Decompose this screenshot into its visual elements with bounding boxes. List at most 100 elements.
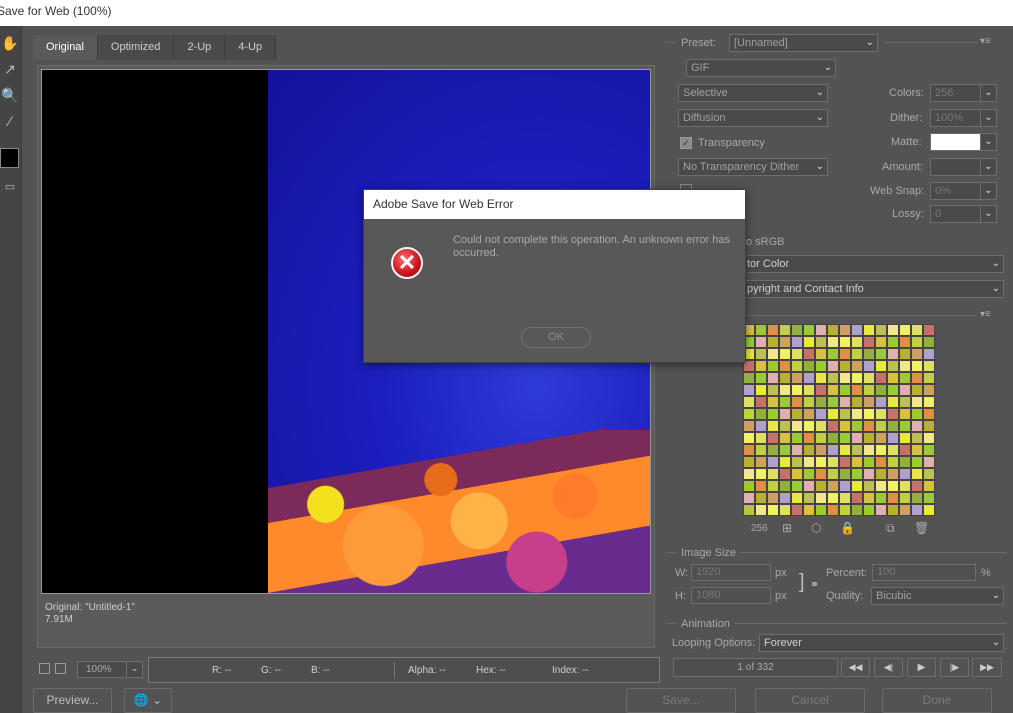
palette-swatch[interactable]: [863, 480, 875, 492]
palette-swatch[interactable]: [755, 348, 767, 360]
palette-swatch[interactable]: [923, 432, 935, 444]
zoom-select[interactable]: 100% ⌄: [77, 661, 143, 678]
palette-swatch[interactable]: [863, 336, 875, 348]
palette-swatch[interactable]: [743, 444, 755, 456]
palette-swatch[interactable]: [779, 372, 791, 384]
palette-swatch[interactable]: [875, 324, 887, 336]
palette-swatch[interactable]: [755, 492, 767, 504]
palette-swatch[interactable]: [827, 372, 839, 384]
palette-swatch[interactable]: [899, 420, 911, 432]
last-frame-button[interactable]: ▶▶: [972, 658, 1002, 677]
palette-swatch[interactable]: [851, 372, 863, 384]
palette-swatch[interactable]: [887, 324, 899, 336]
palette-swatch[interactable]: [803, 456, 815, 468]
palette-swatch[interactable]: [779, 456, 791, 468]
palette-swatch[interactable]: [815, 408, 827, 420]
done-button[interactable]: Done: [882, 688, 992, 713]
palette-swatch[interactable]: [887, 408, 899, 420]
quality-select[interactable]: Bicubic ⌄: [871, 587, 1004, 605]
palette-swatch[interactable]: [791, 324, 803, 336]
palette-swatch[interactable]: [827, 348, 839, 360]
palette-swatch[interactable]: [839, 456, 851, 468]
palette-swatch[interactable]: [791, 480, 803, 492]
palette-swatch[interactable]: [815, 360, 827, 372]
palette-swatch[interactable]: [803, 468, 815, 480]
palette-swatch[interactable]: [887, 456, 899, 468]
palette-swatch[interactable]: [863, 372, 875, 384]
palette-swatch[interactable]: [911, 408, 923, 420]
palette-swatch[interactable]: [827, 408, 839, 420]
palette-swatch[interactable]: [923, 396, 935, 408]
palette-swatch[interactable]: [815, 336, 827, 348]
web-shift-icon[interactable]: ⊞: [782, 521, 792, 535]
palette-swatch[interactable]: [851, 384, 863, 396]
palette-swatch[interactable]: [815, 372, 827, 384]
palette-swatch[interactable]: [815, 348, 827, 360]
palette-swatch[interactable]: [923, 492, 935, 504]
palette-swatch[interactable]: [755, 444, 767, 456]
palette-swatch[interactable]: [791, 348, 803, 360]
link-icon[interactable]: ]: [799, 571, 805, 594]
palette-swatch[interactable]: [779, 396, 791, 408]
palette-swatch[interactable]: [863, 324, 875, 336]
palette-swatch[interactable]: [827, 324, 839, 336]
dither-amount-select[interactable]: 100% ⌄: [930, 109, 997, 127]
palette-swatch[interactable]: [923, 504, 935, 516]
palette-swatch[interactable]: [803, 360, 815, 372]
palette-swatch[interactable]: [851, 444, 863, 456]
palette-swatch[interactable]: [863, 420, 875, 432]
transparency-checkbox[interactable]: ✓: [680, 137, 692, 149]
palette-swatch[interactable]: [887, 504, 899, 516]
palette-swatch[interactable]: [743, 396, 755, 408]
palette-swatch[interactable]: [815, 396, 827, 408]
prev-frame-button[interactable]: ◀|: [874, 658, 903, 677]
palette-swatch[interactable]: [791, 468, 803, 480]
palette-swatch[interactable]: [743, 492, 755, 504]
palette-swatch[interactable]: [803, 396, 815, 408]
slice-select-icon[interactable]: ↗: [0, 58, 20, 80]
palette-swatch[interactable]: [767, 444, 779, 456]
palette-swatch[interactable]: [887, 336, 899, 348]
palette-swatch[interactable]: [815, 444, 827, 456]
preset-select[interactable]: [Unnamed] ⌄: [729, 34, 878, 52]
palette-swatch[interactable]: [755, 468, 767, 480]
palette-swatch[interactable]: [779, 324, 791, 336]
palette-swatch[interactable]: [767, 480, 779, 492]
metadata-select[interactable]: pyright and Contact Info ⌄: [742, 280, 1004, 298]
palette-swatch[interactable]: [887, 432, 899, 444]
palette-swatch[interactable]: [899, 324, 911, 336]
palette-swatch[interactable]: [851, 468, 863, 480]
chain-icon[interactable]: ⚭: [810, 578, 819, 591]
browser-preview-button[interactable]: 🌐 ⌄: [124, 688, 172, 713]
palette-swatch[interactable]: [911, 360, 923, 372]
panel-menu-icon[interactable]: ▾≡: [980, 36, 991, 47]
palette-swatch[interactable]: [875, 336, 887, 348]
palette-swatch[interactable]: [779, 492, 791, 504]
palette-swatch[interactable]: [875, 372, 887, 384]
palette-swatch[interactable]: [815, 384, 827, 396]
palette-swatch[interactable]: [899, 396, 911, 408]
palette-swatch[interactable]: [839, 432, 851, 444]
palette-swatch[interactable]: [755, 372, 767, 384]
palette-swatch[interactable]: [791, 396, 803, 408]
format-select[interactable]: GIF ⌄: [686, 59, 836, 77]
palette-swatch[interactable]: [767, 492, 779, 504]
palette-swatch[interactable]: [803, 384, 815, 396]
palette-swatch[interactable]: [899, 348, 911, 360]
palette-swatch[interactable]: [779, 348, 791, 360]
palette-swatch[interactable]: [887, 348, 899, 360]
palette-swatch[interactable]: [827, 396, 839, 408]
ok-button[interactable]: OK: [521, 327, 591, 348]
palette-swatch[interactable]: [839, 336, 851, 348]
palette-swatch[interactable]: [851, 420, 863, 432]
palette-swatch[interactable]: [779, 468, 791, 480]
palette-swatch[interactable]: [755, 360, 767, 372]
palette-swatch[interactable]: [767, 324, 779, 336]
palette-swatch[interactable]: [815, 480, 827, 492]
palette-swatch[interactable]: [875, 384, 887, 396]
eyedropper-icon[interactable]: ⁄: [0, 110, 20, 132]
zoom-out-checkbox[interactable]: [39, 663, 50, 674]
palette-swatch[interactable]: [887, 396, 899, 408]
palette-swatch[interactable]: [875, 408, 887, 420]
palette-swatch[interactable]: [755, 420, 767, 432]
